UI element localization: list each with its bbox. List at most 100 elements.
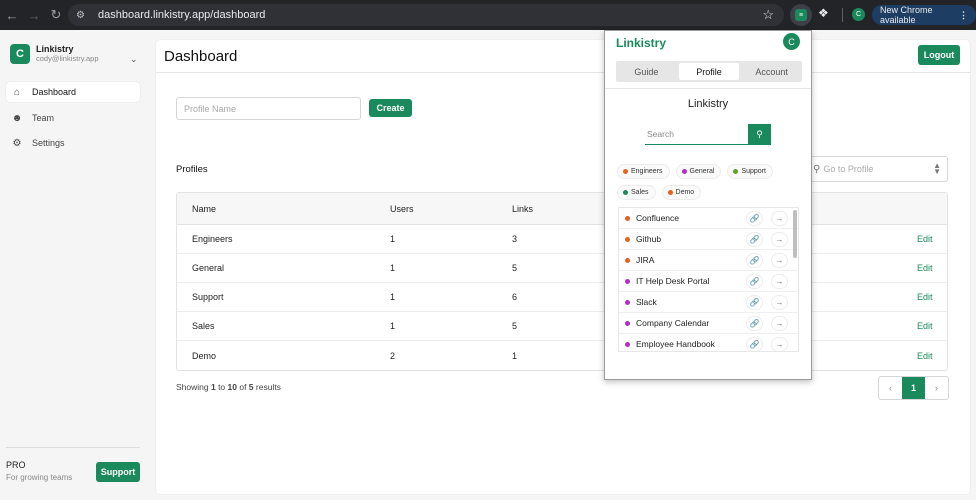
- tab-account[interactable]: Account: [741, 61, 802, 82]
- row-name: Support: [192, 292, 224, 302]
- list-item[interactable]: Slack 🔗 →: [619, 292, 798, 313]
- address-bar[interactable]: ⚙ dashboard.linkistry.app/dashboard ☆: [68, 4, 784, 26]
- linkistry-extension-button[interactable]: ≡: [790, 4, 812, 26]
- open-arrow-icon[interactable]: →: [771, 210, 788, 226]
- go-to-profile-select[interactable]: ⚲ Go to Profile ▲ ▼: [808, 156, 948, 182]
- link-label: Employee Handbook: [636, 339, 715, 349]
- reload-icon[interactable]: ↻: [46, 5, 66, 25]
- chip-support[interactable]: Support: [727, 164, 773, 179]
- row-users: 1: [390, 292, 396, 302]
- results-mid: to: [215, 382, 228, 392]
- back-icon[interactable]: ←: [2, 5, 22, 25]
- sidebar-item-team[interactable]: ☻ Team: [6, 108, 140, 128]
- kebab-menu-icon: ⋮: [959, 9, 968, 20]
- edit-link[interactable]: Edit: [917, 292, 933, 302]
- color-dot: [667, 190, 673, 195]
- sidebar-item-label: Team: [32, 113, 55, 123]
- new-chrome-available-button[interactable]: New Chrome available ⋮: [872, 5, 976, 25]
- link-list: Confluence 🔗 → Github 🔗 → JIRA 🔗 → IT Help Des…: [618, 207, 799, 352]
- link-label: JIRA: [636, 255, 655, 265]
- url-text[interactable]: dashboard.linkistry.app/dashboard: [98, 9, 265, 21]
- next-page-icon[interactable]: ›: [925, 377, 948, 399]
- copy-link-icon[interactable]: 🔗: [746, 294, 763, 310]
- sidebar-divider: [6, 447, 140, 448]
- color-dot: [625, 257, 630, 263]
- color-dot: [623, 169, 628, 174]
- logout-button[interactable]: Logout: [918, 45, 960, 65]
- list-item[interactable]: Employee Handbook 🔗 →: [619, 334, 798, 351]
- browser-profile-avatar[interactable]: C: [852, 8, 865, 21]
- list-item[interactable]: Company Calendar 🔗 →: [619, 313, 798, 334]
- org-logo: C: [10, 44, 30, 64]
- team-icon: ☻: [11, 112, 23, 124]
- bookmark-star-icon[interactable]: ☆: [762, 7, 774, 23]
- table-row: Demo 2 1 Edit: [177, 341, 947, 370]
- chip-label: General: [689, 168, 715, 175]
- chip-general[interactable]: General: [675, 164, 722, 179]
- color-dot: [733, 169, 739, 174]
- search-icon: ⚲: [756, 129, 763, 139]
- header-divider: [156, 72, 970, 73]
- create-button[interactable]: Create: [369, 99, 412, 117]
- popup-search-button[interactable]: ⚲: [748, 124, 771, 145]
- chip-engineers[interactable]: Engineers: [617, 164, 670, 179]
- org-switcher[interactable]: C Linkistry cody@linkistry.app: [10, 44, 99, 64]
- popup-heading: Linkistry: [687, 98, 729, 110]
- link-label: Slack: [636, 297, 657, 307]
- list-item[interactable]: IT Help Desk Portal 🔗 →: [619, 271, 798, 292]
- open-arrow-icon[interactable]: →: [771, 336, 788, 351]
- select-updown-icon: ▲ ▼: [933, 161, 941, 176]
- copy-link-icon[interactable]: 🔗: [746, 273, 763, 289]
- chevron-down-icon[interactable]: ⌄: [130, 54, 138, 65]
- copy-link-icon[interactable]: 🔗: [746, 231, 763, 247]
- support-button[interactable]: Support: [96, 462, 140, 482]
- open-arrow-icon[interactable]: →: [771, 273, 788, 289]
- list-item[interactable]: JIRA 🔗 →: [619, 250, 798, 271]
- copy-link-icon[interactable]: 🔗: [746, 336, 763, 351]
- copy-link-icon[interactable]: 🔗: [746, 252, 763, 268]
- open-arrow-icon[interactable]: →: [771, 294, 788, 310]
- table-row: General 1 5 Edit: [177, 254, 947, 283]
- open-arrow-icon[interactable]: →: [771, 252, 788, 268]
- user-email: cody@linkistry.app: [36, 54, 99, 63]
- extensions-puzzle-icon[interactable]: ❖: [818, 6, 829, 20]
- pagination: ‹ 1 ›: [878, 376, 949, 400]
- row-name: Sales: [192, 321, 215, 331]
- edit-link[interactable]: Edit: [917, 234, 933, 244]
- profile-name-input[interactable]: [176, 97, 361, 120]
- row-name: Engineers: [192, 234, 233, 244]
- site-settings-icon[interactable]: ⚙: [76, 10, 90, 21]
- copy-link-icon[interactable]: 🔗: [746, 210, 763, 226]
- link-label: Company Calendar: [636, 318, 710, 328]
- sidebar-item-settings[interactable]: ⚙ Settings: [6, 133, 140, 153]
- copy-link-icon[interactable]: 🔗: [746, 315, 763, 331]
- edit-link[interactable]: Edit: [917, 351, 933, 361]
- list-scrollbar[interactable]: [793, 210, 797, 258]
- chip-label: Engineers: [631, 168, 663, 175]
- table-header: Name Users Links: [177, 193, 947, 225]
- tab-profile[interactable]: Profile: [678, 63, 740, 80]
- linkistry-extension-icon: ≡: [795, 9, 807, 21]
- sidebar-item-dashboard[interactable]: ⌂ Dashboard: [6, 82, 140, 102]
- table-row: Support 1 6 Edit: [177, 283, 947, 312]
- update-label: New Chrome available: [880, 5, 933, 25]
- page-button[interactable]: 1: [902, 377, 925, 399]
- results-summary: Showing 1 to 10 of 5 results: [176, 382, 281, 392]
- edit-link[interactable]: Edit: [917, 263, 933, 273]
- row-links: 6: [512, 292, 518, 302]
- chip-sales[interactable]: Sales: [617, 185, 656, 200]
- search-icon: ⚲: [813, 163, 821, 175]
- tab-guide[interactable]: Guide: [616, 61, 677, 82]
- chip-demo[interactable]: Demo: [661, 185, 702, 200]
- results-prefix: Showing: [176, 382, 211, 392]
- popup-avatar[interactable]: C: [783, 33, 800, 50]
- edit-link[interactable]: Edit: [917, 321, 933, 331]
- open-arrow-icon[interactable]: →: [771, 231, 788, 247]
- open-arrow-icon[interactable]: →: [771, 315, 788, 331]
- prev-page-icon[interactable]: ‹: [879, 377, 902, 399]
- forward-icon[interactable]: →: [24, 5, 44, 25]
- list-item[interactable]: Github 🔗 →: [619, 229, 798, 250]
- list-item[interactable]: Confluence 🔗 →: [619, 208, 798, 229]
- color-dot: [625, 278, 630, 284]
- popup-search-input[interactable]: [645, 124, 748, 145]
